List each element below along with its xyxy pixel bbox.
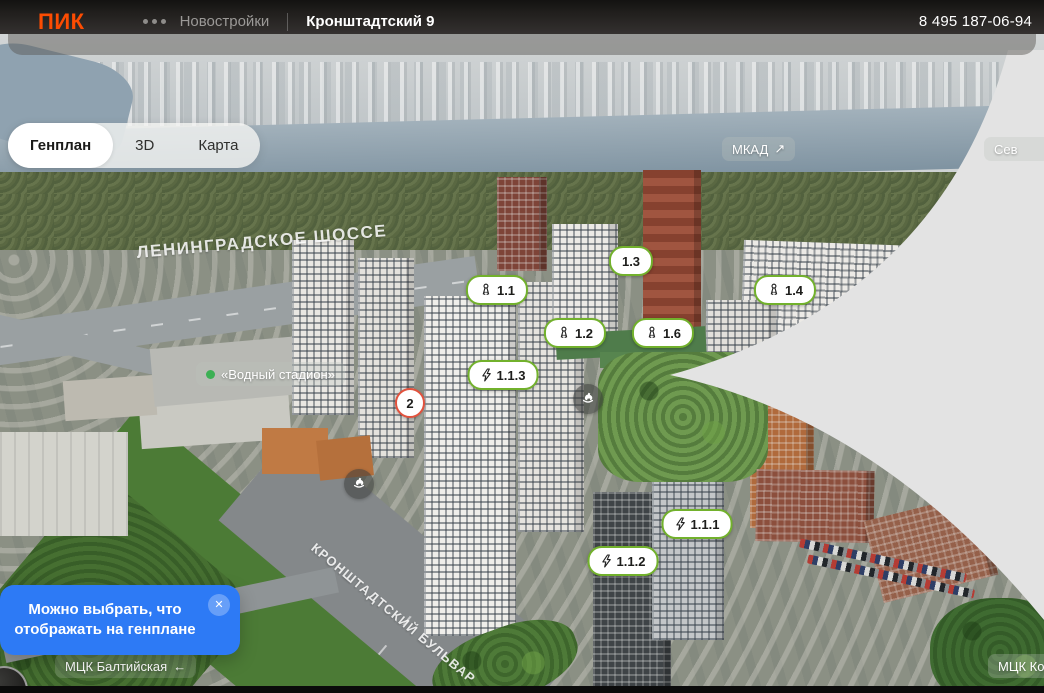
building-marker-1-6[interactable]: 1.6 — [631, 318, 695, 348]
building-marker-label: 1.1.2 — [616, 553, 646, 569]
poi-text: МЦК Балтийская — [65, 658, 168, 674]
building-marker-label: 1.4 — [784, 282, 804, 298]
trees-bottom-right — [930, 598, 1044, 693]
keys-icon — [645, 326, 659, 340]
poi-text: Сев — [994, 141, 1018, 157]
tab-karta[interactable]: Карта — [176, 123, 260, 168]
poi-label-vodny-stadion[interactable]: «Водный стадион» — [196, 362, 345, 386]
keys-icon — [557, 326, 571, 340]
building-marker-label: 1.6 — [662, 325, 682, 341]
keys-icon — [767, 283, 781, 297]
lightning-icon — [675, 517, 687, 531]
building-marker-label: 1.1.1 — [690, 516, 720, 532]
metro-line-dot-icon — [206, 369, 215, 379]
lightning-icon — [481, 368, 493, 382]
poi-text: МКАД — [732, 141, 769, 157]
genplan-hint-tooltip: Можно выбрать, что отображать на генплан… — [0, 585, 240, 655]
building-marker-1-2[interactable]: 1.2 — [543, 318, 607, 348]
keys-icon — [479, 283, 493, 297]
poi-text: «Водный стадион» — [221, 366, 335, 382]
building-marker-1-3[interactable]: 1.3 — [608, 246, 654, 276]
close-icon[interactable]: ✕ — [208, 594, 230, 616]
rocking-horse-icon — [580, 389, 596, 410]
view-switcher: Генплан 3D Карта — [8, 123, 261, 168]
depot-roof-3 — [62, 374, 158, 422]
project-title: Кронштадтский 9 — [306, 13, 435, 30]
depot-roof-1 — [0, 432, 128, 536]
poi-label-sever[interactable]: Сев — [984, 137, 1044, 161]
building-marker-label: 1.1 — [496, 282, 516, 298]
building-marker-label: 1.2 — [574, 325, 594, 341]
genplan-page: ЛЕНИНГРАДСКОЕ ШОССЕ КРОНШТАДТСКИЙ БУЛЬВА… — [0, 0, 1044, 693]
tooltip-text: Можно выбрать, что отображать на генплан… — [14, 601, 196, 638]
gray-tower — [652, 470, 724, 640]
top-header-bar: ПИК Новостройки Кронштадтский 9 8 495 18… — [0, 0, 1044, 34]
building-marker-2[interactable]: 2 — [395, 388, 425, 418]
poi-text: МЦК Коп — [998, 658, 1044, 674]
arrow-left-icon: ← — [173, 658, 187, 674]
phone-number[interactable]: 8 495 187-06-94 — [919, 13, 1032, 30]
header-divider — [287, 12, 289, 31]
nav-novostroyki[interactable]: Новостройки — [180, 13, 270, 30]
tower — [358, 258, 414, 458]
tower — [292, 240, 354, 415]
apps-menu-icon[interactable] — [142, 19, 166, 24]
brick-building-1 — [755, 468, 875, 544]
tab-genplan[interactable]: Генплан — [8, 123, 114, 168]
building-marker-label: 1.1.3 — [496, 367, 526, 383]
rocking-horse-icon — [351, 474, 367, 495]
pik-logo[interactable]: ПИК — [38, 9, 85, 35]
building-marker-1-4[interactable]: 1.4 — [753, 275, 817, 305]
poi-label-mck-koptevo[interactable]: МЦК Коп — [988, 654, 1044, 678]
playground-marker[interactable] — [573, 384, 603, 414]
header-glass-strip — [8, 34, 1036, 55]
building-marker-label: 1.3 — [621, 253, 641, 269]
building-marker-label: 2 — [406, 395, 414, 411]
courtyard-park — [598, 352, 768, 482]
red-tower — [497, 177, 547, 271]
lightning-icon — [601, 554, 613, 568]
bottom-black-bar — [0, 686, 1044, 693]
building-marker-1-1-2[interactable]: 1.1.2 — [587, 546, 659, 576]
building-marker-1-1[interactable]: 1.1 — [465, 275, 529, 305]
tower — [424, 296, 516, 636]
striped-tower — [643, 170, 701, 330]
tab-3d[interactable]: 3D — [113, 123, 176, 168]
poi-label-mck-baltiyskaya[interactable]: МЦК Балтийская ← — [55, 654, 197, 678]
building-marker-1-1-3[interactable]: 1.1.3 — [467, 360, 539, 390]
building-marker-1-1-1[interactable]: 1.1.1 — [661, 509, 733, 539]
playground-marker[interactable] — [344, 469, 374, 499]
poi-label-mkad[interactable]: МКАД ↗ — [722, 137, 796, 161]
arrow-up-right-icon: ↗ — [774, 141, 786, 156]
